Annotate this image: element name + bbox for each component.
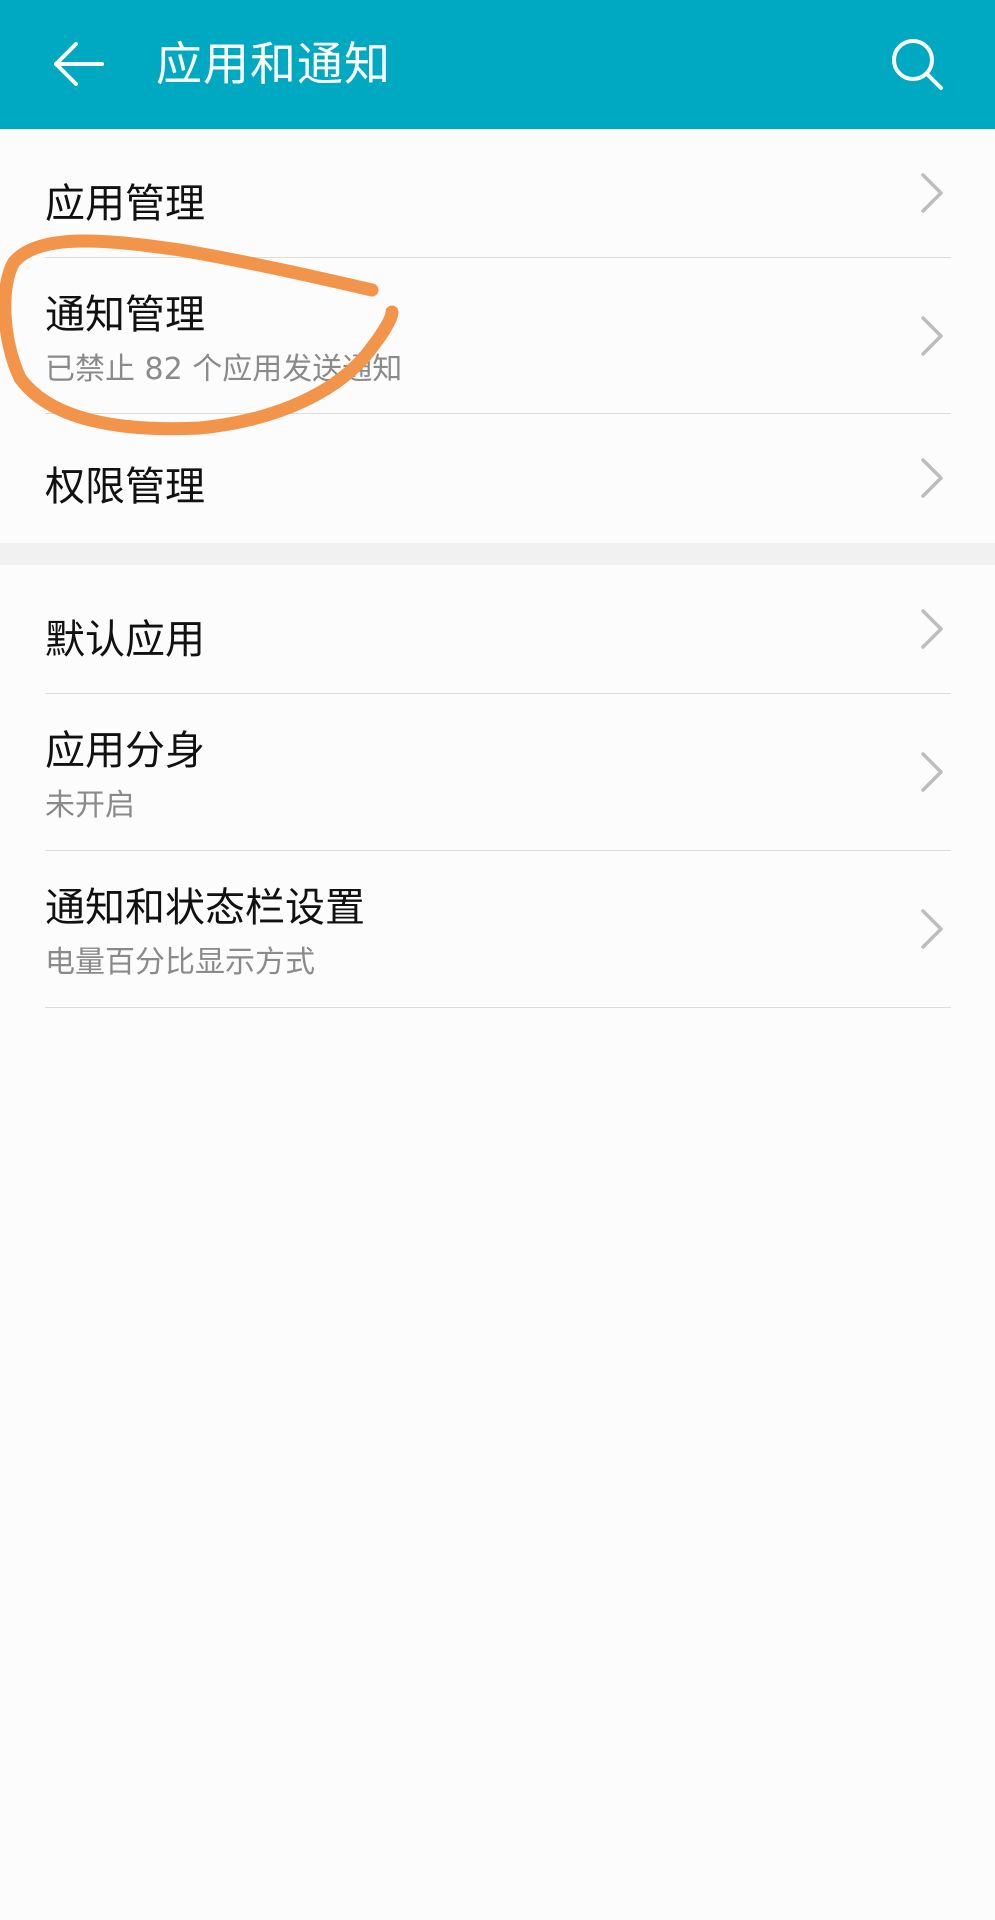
item-title: 应用管理 — [45, 181, 205, 227]
item-subtitle: 已禁止 82 个应用发送通知 — [45, 352, 403, 387]
divider — [45, 1007, 951, 1008]
item-subtitle: 未开启 — [45, 788, 135, 823]
item-title: 通知管理 — [45, 292, 205, 338]
app-management-item[interactable]: 应用管理 — [0, 129, 995, 257]
chevron-right-icon — [921, 909, 943, 949]
back-button[interactable] — [38, 24, 118, 104]
page-title: 应用和通知 — [156, 37, 391, 91]
permission-management-item[interactable]: 权限管理 — [0, 414, 995, 543]
settings-group-1: 应用管理 通知管理 已禁止 82 个应用发送通知 权限管理 — [0, 129, 995, 543]
item-title: 应用分身 — [45, 728, 205, 774]
search-icon — [892, 39, 943, 90]
item-title: 默认应用 — [45, 617, 205, 663]
back-arrow-icon — [54, 42, 104, 86]
search-button[interactable] — [877, 24, 957, 104]
default-apps-item[interactable]: 默认应用 — [0, 565, 995, 693]
settings-group-2: 默认应用 应用分身 未开启 通知和状态栏设置 电量百分比显示方式 — [0, 565, 995, 1920]
notification-statusbar-settings-item[interactable]: 通知和状态栏设置 电量百分比显示方式 — [0, 851, 995, 1007]
item-subtitle: 电量百分比显示方式 — [45, 945, 315, 980]
group-separator — [0, 543, 995, 565]
item-title: 权限管理 — [45, 464, 205, 510]
chevron-right-icon — [921, 752, 943, 792]
app-twin-item[interactable]: 应用分身 未开启 — [0, 694, 995, 850]
chevron-right-icon — [921, 458, 943, 498]
chevron-right-icon — [921, 316, 943, 356]
app-bar: 应用和通知 — [0, 0, 995, 129]
notification-management-item[interactable]: 通知管理 已禁止 82 个应用发送通知 — [0, 258, 995, 413]
chevron-right-icon — [921, 173, 943, 213]
chevron-right-icon — [921, 609, 943, 649]
item-title: 通知和状态栏设置 — [45, 885, 365, 931]
